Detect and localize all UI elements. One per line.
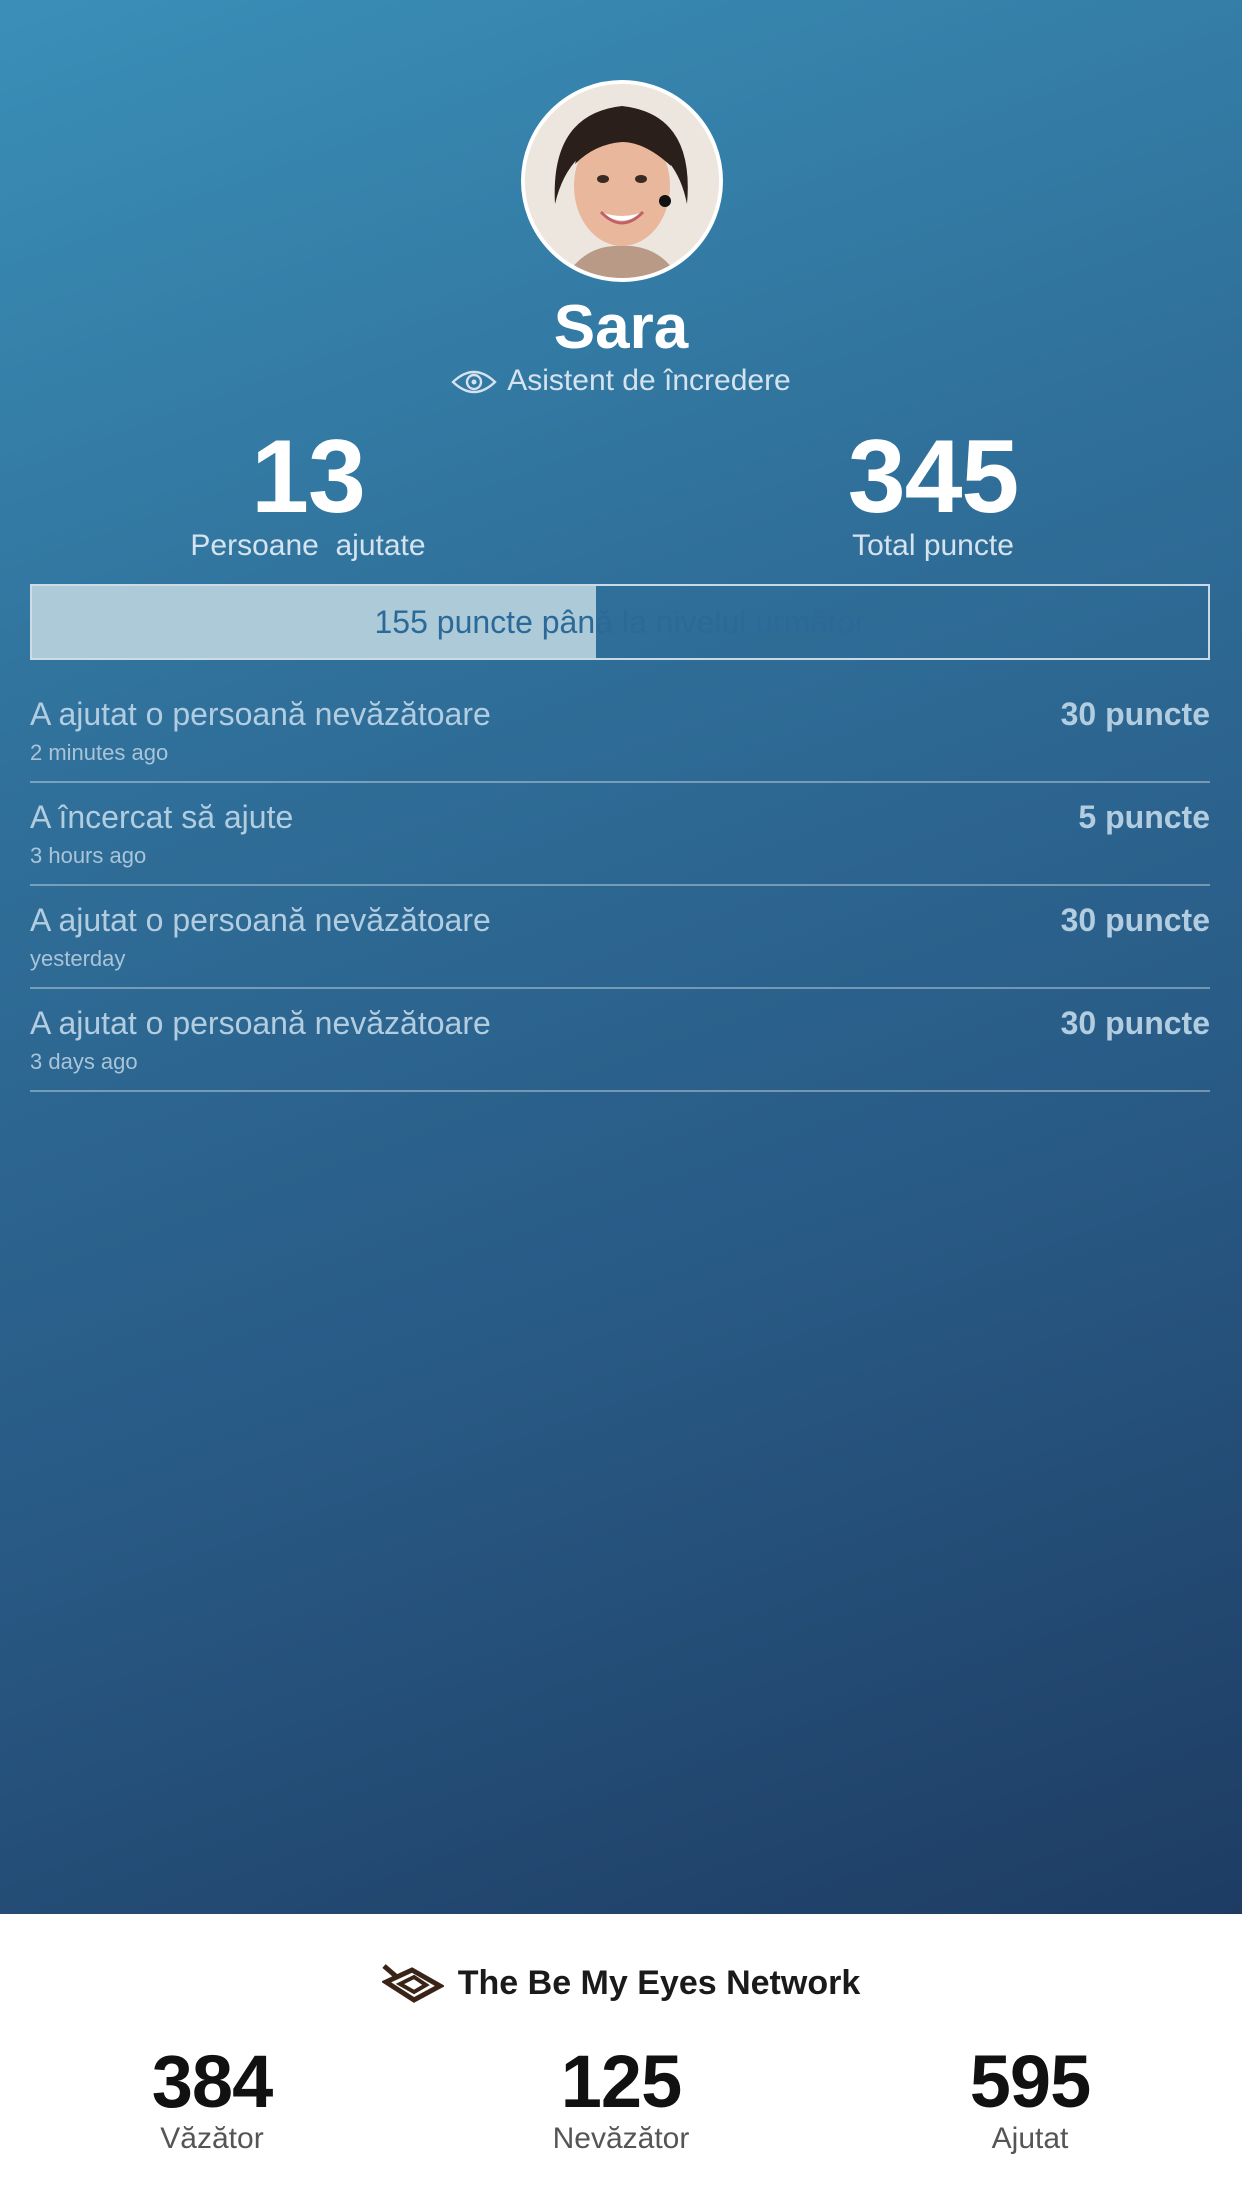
profile-name: Sara — [553, 293, 689, 362]
activity-title: A ajutat o persoană nevăzătoare — [30, 1005, 491, 1041]
activity-title: A încercat să ajute — [30, 799, 294, 835]
helped-value: 595 — [969, 2040, 1091, 2123]
helped-label: Ajutat — [991, 2122, 1069, 2155]
activity-time: yesterday — [30, 946, 126, 971]
blind-label: Nevăzător — [552, 2122, 690, 2155]
user-photo-icon — [525, 84, 719, 278]
network-title: The Be My Eyes Network — [457, 1964, 861, 2002]
activity-row[interactable]: A încercat să ajute 3 hours ago 5 puncte — [30, 783, 1210, 886]
avatar[interactable] — [521, 80, 723, 282]
eye-icon — [451, 368, 497, 404]
sighted-label: Văzător — [160, 2122, 264, 2155]
activity-time: 3 days ago — [30, 1049, 138, 1074]
network-header: The Be My Eyes Network — [0, 1964, 1242, 2013]
activity-points: 30 puncte — [1060, 696, 1210, 732]
activity-row[interactable]: A ajutat o persoană nevăzătoare 2 minutes… — [30, 680, 1210, 783]
activity-list: A ajutat o persoană nevăzătoare 2 minutes… — [30, 680, 1210, 1092]
activity-time: 3 hours ago — [30, 843, 147, 868]
activity-points: 30 puncte — [1060, 1005, 1210, 1041]
people-helped-stat: 13 Persoane ajutate — [108, 425, 508, 563]
people-helped-label: Persoane ajutate — [190, 529, 426, 562]
activity-time: 2 minutes ago — [30, 740, 169, 765]
sighted-stat: 384 Văzător — [62, 2044, 362, 2156]
profile-role: Asistent de încredere — [0, 364, 1242, 404]
activity-points: 5 puncte — [1078, 799, 1210, 835]
level-progress-bar: 155 puncte până la nivelul următor — [30, 584, 1210, 660]
activity-row[interactable]: A ajutat o persoană nevăzătoare yesterday… — [30, 886, 1210, 989]
activity-points: 30 puncte — [1060, 902, 1210, 938]
sighted-value: 384 — [151, 2040, 273, 2123]
total-points-label: Total puncte — [852, 529, 1014, 562]
progress-text: 155 puncte până la nivelul următor — [374, 603, 866, 640]
total-points-stat: 345 Total puncte — [733, 425, 1133, 563]
role-label: Asistent de încredere — [507, 364, 791, 397]
blind-stat: 125 Nevăzător — [471, 2044, 771, 2156]
be-my-eyes-logo-icon — [380, 1964, 445, 2013]
activity-row[interactable]: A ajutat o persoană nevăzătoare 3 days ag… — [30, 989, 1210, 1092]
helped-stat: 595 Ajutat — [880, 2044, 1180, 2156]
network-panel: The Be My Eyes Network 384 Văzător 125 N… — [0, 1914, 1242, 2208]
people-helped-value: 13 — [251, 419, 366, 535]
activity-title: A ajutat o persoană nevăzătoare — [30, 696, 491, 732]
total-points-value: 345 — [847, 419, 1020, 535]
profile-panel: Sara Asistent de încredere 13 Persoane a… — [0, 0, 1242, 1914]
activity-title: A ajutat o persoană nevăzătoare — [30, 902, 491, 938]
blind-value: 125 — [560, 2040, 682, 2123]
